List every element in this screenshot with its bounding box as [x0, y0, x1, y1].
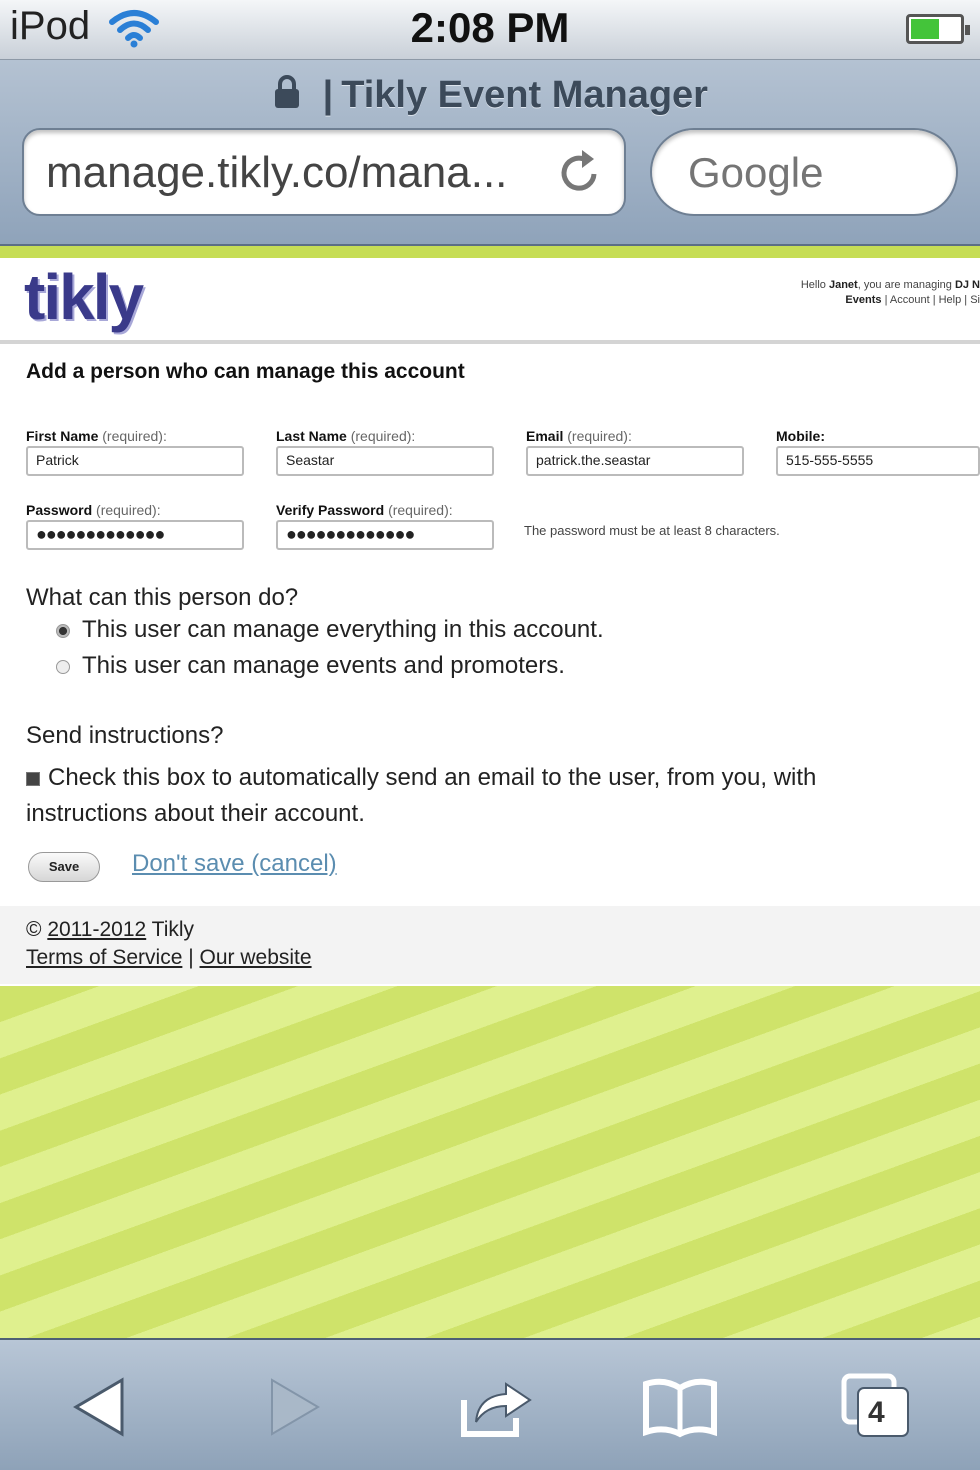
- save-button[interactable]: Save: [28, 852, 100, 882]
- mobile-input[interactable]: 515-555-5555: [776, 446, 980, 476]
- top-stripe: [0, 246, 980, 258]
- first-name-label: First Name (required):: [26, 428, 167, 444]
- password-hint: The password must be at least 8 characte…: [524, 523, 780, 538]
- nav-events[interactable]: Events: [845, 294, 881, 306]
- send-instructions-checkbox[interactable]: [26, 771, 40, 786]
- status-bar: iPod 2:08 PM: [0, 0, 980, 60]
- email-label: Email (required):: [526, 428, 632, 444]
- option-manage-everything[interactable]: This user can manage everything in this …: [56, 616, 604, 644]
- copyright: © 2011-2012 Tikly: [26, 918, 195, 941]
- first-name-input[interactable]: Patrick: [26, 446, 244, 476]
- years-link[interactable]: 2011-2012: [47, 918, 146, 941]
- mobile-label: Mobile:: [776, 428, 825, 444]
- page-title: | Tikly Event Manager: [0, 74, 980, 120]
- email-input[interactable]: patrick.the.seastar: [526, 446, 744, 476]
- bookmarks-icon[interactable]: [640, 1372, 720, 1442]
- web-page: tikly Hello Janet, you are managing DJ N…: [0, 246, 980, 986]
- url-text: manage.tikly.co/mana...: [46, 148, 508, 197]
- verify-password-input[interactable]: ●●●●●●●●●●●●●: [276, 520, 494, 550]
- search-bar[interactable]: [650, 128, 958, 216]
- share-icon[interactable]: [454, 1372, 534, 1442]
- password-input[interactable]: ●●●●●●●●●●●●●: [26, 520, 244, 550]
- search-input[interactable]: [686, 148, 936, 198]
- nav-more[interactable]: Si: [970, 294, 980, 306]
- battery-icon: [906, 14, 970, 44]
- footer-links: Terms of Service | Our website: [26, 946, 312, 969]
- permissions-question: What can this person do?: [26, 584, 299, 611]
- nav-help[interactable]: Help: [939, 294, 962, 306]
- send-instructions-option[interactable]: Check this box to automatically send an …: [26, 760, 980, 832]
- form-title: Add a person who can manage this account: [26, 360, 465, 383]
- page-background: [0, 986, 980, 1338]
- tabs-icon[interactable]: 4: [838, 1372, 918, 1442]
- browser-toolbar: 4: [0, 1338, 980, 1470]
- page-title-text: Tikly Event Manager: [341, 74, 708, 117]
- user-greeting: Hello Janet, you are managing DJ N Event…: [800, 279, 980, 306]
- site-header: tikly Hello Janet, you are managing DJ N…: [0, 258, 980, 344]
- verify-password-label: Verify Password (required):: [276, 502, 453, 518]
- reload-icon[interactable]: [556, 146, 604, 203]
- tabs-count: 4: [868, 1396, 885, 1429]
- website-link[interactable]: Our website: [200, 946, 312, 969]
- password-label: Password (required):: [26, 502, 161, 518]
- tikly-logo[interactable]: tikly: [24, 260, 144, 334]
- forward-icon[interactable]: [252, 1372, 332, 1442]
- radio-manage-everything[interactable]: [56, 623, 70, 638]
- option-manage-events[interactable]: This user can manage events and promoter…: [56, 652, 565, 680]
- user-name: Janet: [828, 279, 858, 291]
- send-instructions-question: Send instructions?: [26, 722, 224, 749]
- browser-chrome: | Tikly Event Manager manage.tikly.co/man…: [0, 60, 980, 246]
- site-footer: © 2011-2012 Tikly Terms of Service | Our…: [0, 906, 980, 984]
- clock: 2:08 PM: [410, 4, 570, 51]
- last-name-input[interactable]: Seastar: [276, 446, 494, 476]
- cancel-link[interactable]: Don't save (cancel): [132, 850, 337, 878]
- nav-account[interactable]: Account: [890, 294, 930, 306]
- terms-link[interactable]: Terms of Service: [26, 946, 182, 969]
- last-name-label: Last Name (required):: [276, 428, 416, 444]
- address-bar[interactable]: manage.tikly.co/mana...: [22, 128, 626, 216]
- lock-icon: [272, 74, 302, 120]
- radio-manage-events[interactable]: [56, 659, 70, 674]
- back-icon[interactable]: [62, 1372, 142, 1442]
